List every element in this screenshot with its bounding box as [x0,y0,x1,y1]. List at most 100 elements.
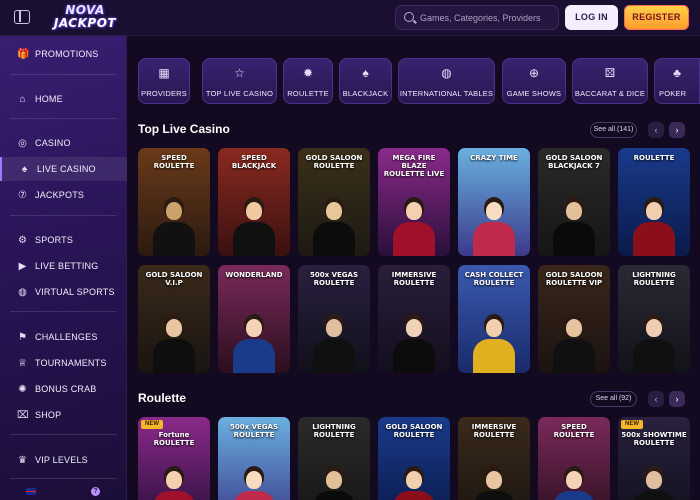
game-tile[interactable]: LIGHTNING ROULETTE [618,265,690,373]
category-blackjack[interactable]: ♠ BLACKJACK [339,58,392,104]
live-casino-icon: ♠ [21,163,28,175]
logo-line-2: JACKPOT [53,16,117,30]
category-roulette[interactable]: ✹ ROULETTE [283,58,333,104]
carousel-next-button[interactable]: › [669,122,685,138]
sidebar-item-label: LIVE BETTING [35,261,99,271]
sidebar-item-home[interactable]: ⌂ HOME [0,87,127,111]
gift-icon: 🎁 [17,48,30,60]
category-providers[interactable]: ▦ PROVIDERS [138,58,190,104]
game-tile[interactable]: CRAZY TIME [458,148,530,256]
game-tile[interactable]: 500x VEGAS ROULETTE [218,417,290,500]
spade-icon: ♠ [362,66,369,80]
sidebar-item-label: BONUS CRAB [35,384,97,394]
sidebar-item-promotions[interactable]: 🎁 PROMOTIONS [0,42,127,66]
sidebar-item-tournaments[interactable]: ♕ TOURNAMENTS [0,351,127,375]
game-tile[interactable]: ROULETTE [618,148,690,256]
sidebar-divider [10,215,117,216]
see-all-roulette-button[interactable]: See all (92) [590,391,637,407]
sidebar-divider [10,118,117,119]
sidebar-item-virtual-sports[interactable]: ◍ VIRTUAL SPORTS [0,280,127,304]
sidebar-item-live-casino[interactable]: ♠ LIVE CASINO [0,157,127,181]
game-tile[interactable]: IMMERSIVE ROULETTE [378,265,450,373]
category-label: GAME SHOWS [506,89,562,98]
live-betting-icon: ▶ [18,260,27,272]
dealer-figure [313,319,355,373]
virtual-sports-icon: ◍ [18,286,27,298]
dealer-figure [633,202,675,256]
category-baccarat-dice[interactable]: ⚄ BACCARAT & DICE [572,58,648,104]
game-tile[interactable]: IMMERSIVE ROULETTE [458,417,530,500]
sidebar-item-bonus-crab[interactable]: ✺ BONUS CRAB [0,377,127,401]
game-tile[interactable]: GOLD SALOON ROULETTE [298,148,370,256]
sidebar-item-label: JACKPOTS [35,190,85,200]
game-tile[interactable]: GOLD SALOON ROULETTE [378,417,450,500]
search-box[interactable] [395,5,559,30]
category-game-shows[interactable]: ⊕ GAME SHOWS [502,58,566,104]
sidebar-divider [10,311,117,312]
login-button[interactable]: LOG IN [565,5,618,30]
sidebar-item-label: SPORTS [35,235,74,245]
dealer-figure [393,202,435,256]
club-icon: ♣ [673,66,681,80]
game-tile[interactable]: SPEED BLACKJACK [218,148,290,256]
game-tile[interactable]: SPEED ROULETTE [138,148,210,256]
sidebar-toggle-icon[interactable] [14,10,30,24]
search-input[interactable] [420,9,556,27]
carousel-prev-button[interactable]: ‹ [648,122,664,138]
new-badge: NEW [621,420,643,429]
game-tile[interactable]: GOLD SALOON V.I.P [138,265,210,373]
top-header: NOVA JACKPOT LOG IN REGISTER [0,0,700,36]
sidebar-item-shop[interactable]: ⌧ SHOP [0,403,127,427]
sidebar-item-casino[interactable]: ◎ CASINO [0,131,127,155]
game-tile-title: LIGHTNING ROULETTE [312,423,356,439]
game-tile-title: GOLD SALOON ROULETTE [385,423,443,439]
challenges-icon: ⚑ [18,331,27,343]
category-label: BACCARAT & DICE [574,89,646,98]
game-tile[interactable]: 500x SHOWTIME ROULETTE NEW [618,417,690,500]
help-icon[interactable]: ? [91,487,100,496]
game-tile[interactable]: 500x VEGAS ROULETTE [298,265,370,373]
dealer-figure [633,471,675,500]
game-tile[interactable]: GOLD SALOON ROULETTE VIP [538,265,610,373]
game-tile[interactable]: CASH COLLECT ROULETTE [458,265,530,373]
see-all-top-live-casino-button[interactable]: See all (141) [590,122,637,138]
sidebar-item-challenges[interactable]: ⚑ CHALLENGES [0,325,127,349]
game-tile[interactable]: Fortune ROULETTE NEW [138,417,210,500]
game-tile-title: GOLD SALOON ROULETTE VIP [545,271,603,287]
category-label: ROULETTE [287,89,329,98]
carousel-prev-button[interactable]: ‹ [648,391,664,407]
category-label: BLACKJACK [342,89,389,98]
category-label: INTERNATIONAL TABLES [399,89,494,98]
star-icon: ☆ [234,66,245,80]
sidebar-item-jackpots[interactable]: ⑦ JACKPOTS [0,183,127,207]
sidebar-item-label: CHALLENGES [35,332,98,342]
globe-icon: ◍ [441,66,452,80]
search-icon [404,12,414,22]
game-tile[interactable]: SPEED ROULETTE [538,417,610,500]
sidebar-item-vip-levels[interactable]: ♛ VIP LEVELS [0,448,127,472]
game-tile-title: SPEED ROULETTE [153,154,195,170]
game-tile[interactable]: MEGA FIRE BLAZE ROULETTE LIVE [378,148,450,256]
game-tile[interactable]: GOLD SALOON BLACKJACK 7 [538,148,610,256]
category-top-live-casino[interactable]: ☆ TOP LIVE CASINO [202,58,277,104]
carousel-next-button[interactable]: › [669,391,685,407]
language-flag-icon[interactable] [26,488,36,495]
game-tile-title: SPEED BLACKJACK [231,154,277,170]
providers-icon: ▦ [158,66,170,80]
category-poker[interactable]: ♣ POKER [654,58,700,104]
register-button[interactable]: REGISTER [624,5,689,30]
dealer-figure [473,319,515,373]
game-tile[interactable]: LIGHTNING ROULETTE [298,417,370,500]
sidebar-item-sports[interactable]: ⚙ SPORTS [0,228,127,252]
sidebar-item-live-betting[interactable]: ▶ LIVE BETTING [0,254,127,278]
game-tile-title: CRAZY TIME [470,154,518,162]
dealer-figure [233,202,275,256]
game-tile[interactable]: WONDERLAND [218,265,290,373]
shop-icon: ⌧ [17,409,29,421]
category-international-tables[interactable]: ◍ INTERNATIONAL TABLES [398,58,495,104]
trophy-icon: ♕ [18,357,27,369]
logo[interactable]: NOVA JACKPOT [48,4,122,32]
dealer-figure [233,471,275,500]
game-tile-title: GOLD SALOON ROULETTE [305,154,363,170]
dealer-figure [553,202,595,256]
